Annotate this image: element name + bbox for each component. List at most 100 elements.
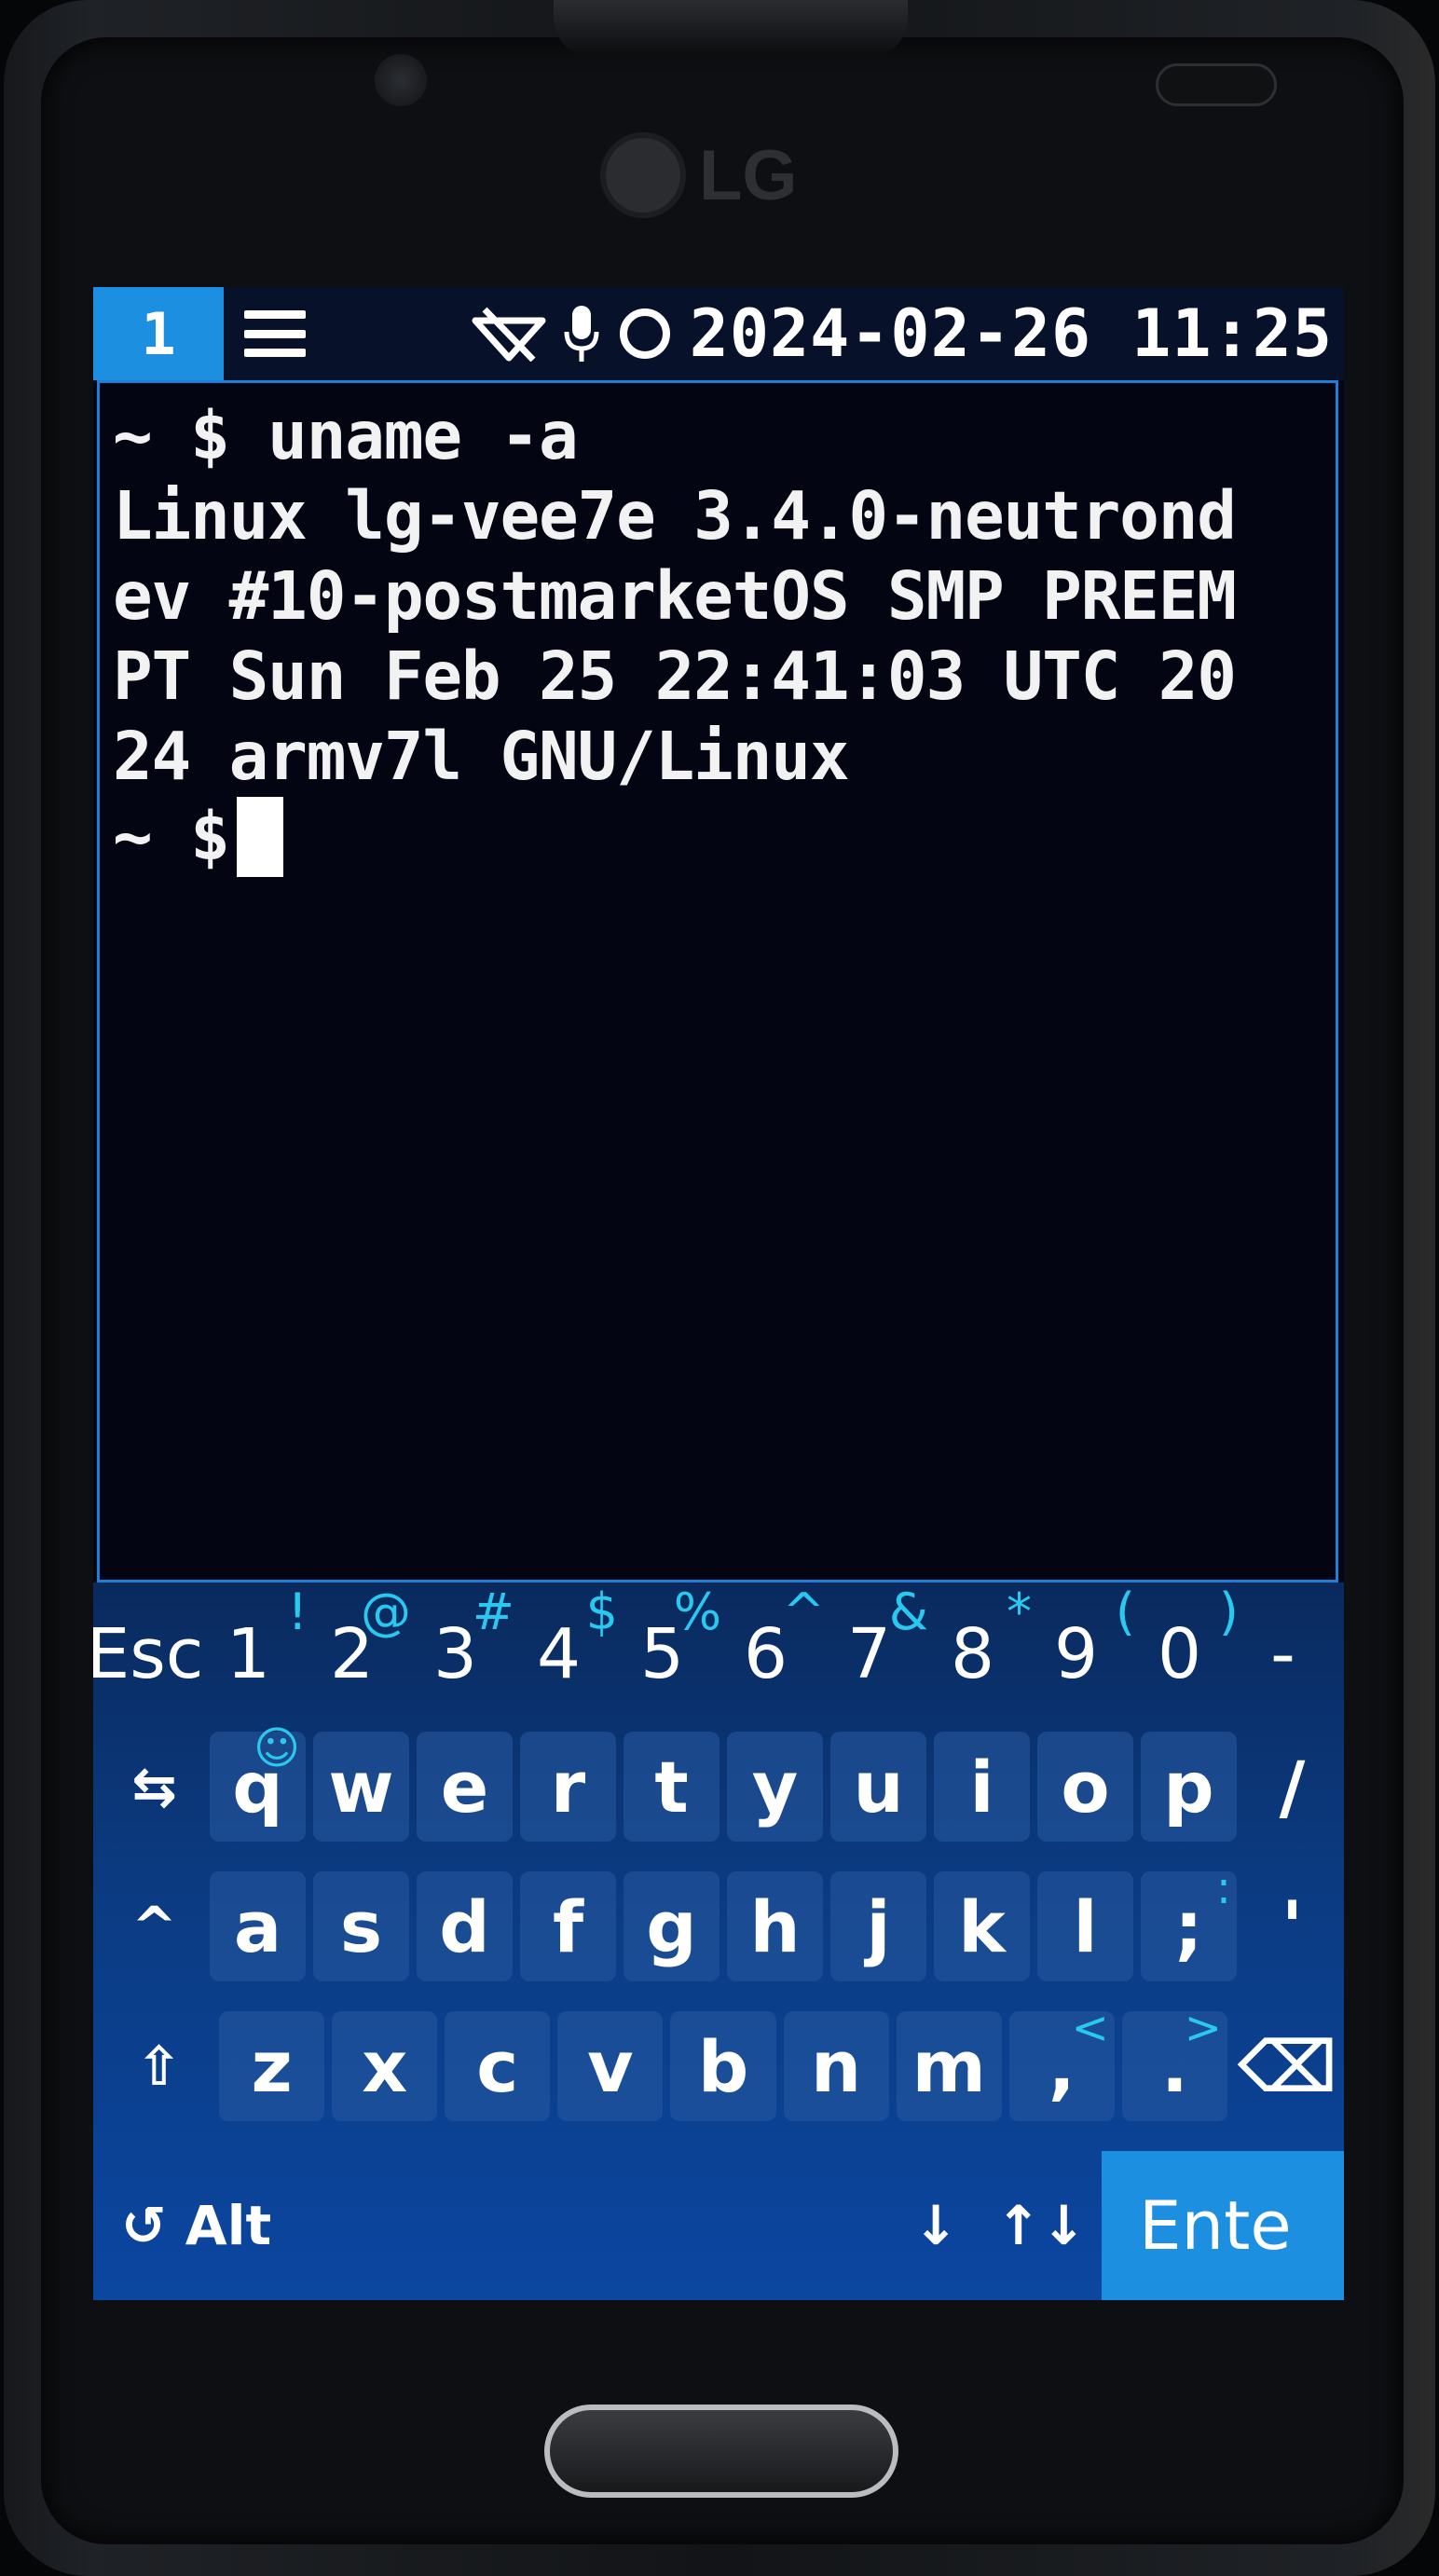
key-label: j xyxy=(866,1884,891,1968)
key-num-1[interactable]: 1! xyxy=(197,1583,308,1713)
key-r3-0[interactable]: ⇧ xyxy=(106,2011,212,2121)
key-label: g xyxy=(646,1884,697,1968)
key-label: ; xyxy=(1174,1884,1203,1968)
key-r3-7[interactable]: m xyxy=(896,2011,1002,2121)
key-r2-7[interactable]: j xyxy=(830,1871,926,1981)
key-alt-label: ☺ xyxy=(253,1722,300,1774)
key-r3-8[interactable]: , < xyxy=(1008,2002,1115,2121)
key-num-10[interactable]: 0) xyxy=(1128,1583,1239,1713)
key-r1-3[interactable]: e xyxy=(417,1732,513,1842)
key-label: 8 xyxy=(950,1614,995,1694)
key-label: w xyxy=(328,1745,394,1829)
keyboard-row-bottom-letters: ⇧ z x c v b n m , <. > ⌫ xyxy=(93,2002,1344,2121)
key-r2-8[interactable]: k xyxy=(934,1871,1030,1981)
key-label: t xyxy=(654,1745,689,1829)
front-camera xyxy=(375,54,427,106)
key-num-11[interactable]: - xyxy=(1231,1583,1335,1713)
key-r3-2[interactable]: x xyxy=(332,2011,438,2121)
brand-text: LG xyxy=(699,135,798,215)
key-label: a xyxy=(233,1884,282,1968)
workspace-tag[interactable]: 1 xyxy=(93,287,224,380)
key-r1-9[interactable]: o xyxy=(1037,1732,1133,1842)
key-label: ' xyxy=(1281,1884,1304,1968)
key-label: 9 xyxy=(1053,1614,1099,1694)
key-r1-5[interactable]: t xyxy=(624,1732,720,1842)
key-r1-7[interactable]: u xyxy=(830,1732,926,1842)
key-label: Esc xyxy=(93,1614,204,1694)
key-r3-3[interactable]: c xyxy=(445,2011,551,2121)
key-r3-6[interactable]: n xyxy=(783,2011,889,2121)
key-label: 7 xyxy=(846,1614,892,1694)
arrow-down-key[interactable]: ↓ xyxy=(889,2171,982,2281)
key-r1-2[interactable]: w xyxy=(313,1732,409,1842)
key-num-9[interactable]: 9( xyxy=(1024,1583,1135,1713)
key-label: f xyxy=(552,1884,584,1968)
earpiece xyxy=(554,0,908,56)
key-num-5[interactable]: 5% xyxy=(610,1583,721,1713)
key-r3-9[interactable]: . > xyxy=(1121,2002,1227,2121)
key-label: / xyxy=(1279,1745,1306,1829)
key-r3-1[interactable]: z xyxy=(219,2011,325,2121)
home-button[interactable] xyxy=(544,2405,898,2498)
key-num-4[interactable]: 4 $ xyxy=(507,1583,618,1713)
key-r2-4[interactable]: f xyxy=(520,1871,616,1981)
key-r2-3[interactable]: d xyxy=(417,1871,513,1981)
keyboard-row-home: ^ a s d f g h j k l;: ' xyxy=(93,1862,1344,1981)
key-label: d xyxy=(439,1884,490,1968)
key-r1-4[interactable]: r xyxy=(520,1732,616,1842)
keyboard-row-qwerty: ⇆ q ☺ w e r t y u i o p / xyxy=(93,1722,1344,1842)
key-r1-8[interactable]: i xyxy=(934,1732,1030,1842)
menu-icon[interactable] xyxy=(224,287,326,380)
key-r1-10[interactable]: p xyxy=(1141,1732,1237,1842)
key-r1-0[interactable]: ⇆ xyxy=(106,1732,202,1842)
key-num-3[interactable]: 3 # xyxy=(404,1583,514,1713)
key-label: i xyxy=(969,1745,994,1829)
key-label: b xyxy=(697,2024,749,2108)
proximity-sensor xyxy=(1156,63,1277,106)
key-label: ⇆ xyxy=(131,1755,177,1818)
key-label: u xyxy=(853,1745,904,1829)
key-num-2[interactable]: 2 @ xyxy=(300,1583,411,1713)
key-r2-11[interactable]: ' xyxy=(1244,1871,1340,1981)
key-r1-11[interactable]: / xyxy=(1244,1732,1340,1842)
key-r3-4[interactable]: v xyxy=(557,2011,664,2121)
terminal-line: Linux lg-vee7e 3.4.0-neutrond xyxy=(113,477,1237,555)
key-label: 0 xyxy=(1157,1614,1202,1694)
key-r2-0[interactable]: ^ xyxy=(106,1871,202,1981)
key-num-7[interactable]: 7 & xyxy=(817,1583,928,1713)
key-r1-1[interactable]: q ☺ xyxy=(210,1722,306,1842)
key-label: z xyxy=(251,2024,293,2108)
key-num-8[interactable]: 8 * xyxy=(921,1583,1032,1713)
terminal-window[interactable]: ~ $ uname -a Linux lg-vee7e 3.4.0-neutro… xyxy=(97,380,1338,1583)
alt-key[interactable]: ↺ Alt xyxy=(121,2171,363,2281)
key-num-0[interactable]: Esc xyxy=(93,1583,204,1713)
key-num-6[interactable]: 6 ^ xyxy=(714,1583,825,1713)
key-r2-2[interactable]: s xyxy=(313,1871,409,1981)
key-r2-9[interactable]: l xyxy=(1037,1871,1133,1981)
keyboard-function-row: ↺ Alt ↓ ↑↓ Ente xyxy=(93,2151,1344,2300)
key-r2-10[interactable]: ;: xyxy=(1141,1862,1237,1981)
key-r1-6[interactable]: y xyxy=(727,1732,823,1842)
key-label: o xyxy=(1061,1745,1110,1829)
key-r3-5[interactable]: b xyxy=(670,2011,776,2121)
key-r2-5[interactable]: g xyxy=(624,1871,720,1981)
key-label: 4 xyxy=(536,1614,582,1694)
microphone-icon xyxy=(563,287,600,380)
key-label: s xyxy=(339,1884,383,1968)
key-r3-10[interactable]: ⌫ xyxy=(1235,2011,1340,2121)
key-r2-1[interactable]: a xyxy=(210,1871,306,1981)
lg-logo-icon xyxy=(600,132,686,218)
status-bar: 1 2024-02-26 11:25 xyxy=(93,287,1344,380)
no-network-icon xyxy=(472,287,546,380)
arrow-up-down-key[interactable]: ↑↓ xyxy=(990,2171,1092,2281)
key-label: 6 xyxy=(743,1614,788,1694)
enter-key[interactable]: Ente xyxy=(1102,2151,1344,2300)
key-label: x xyxy=(362,2024,408,2108)
keyboard-number-row: Esc 1! 2 @3 #4 $5% 6 ^ 7 & 8 * 9(0) - xyxy=(93,1583,1344,1713)
key-label: m xyxy=(911,2024,986,2108)
key-label: y xyxy=(751,1745,799,1829)
key-r2-6[interactable]: h xyxy=(727,1871,823,1981)
key-label: v xyxy=(587,2024,634,2108)
terminal-prompt-line: ~ $ xyxy=(113,797,1336,877)
key-label: ⇧ xyxy=(136,2035,182,2098)
